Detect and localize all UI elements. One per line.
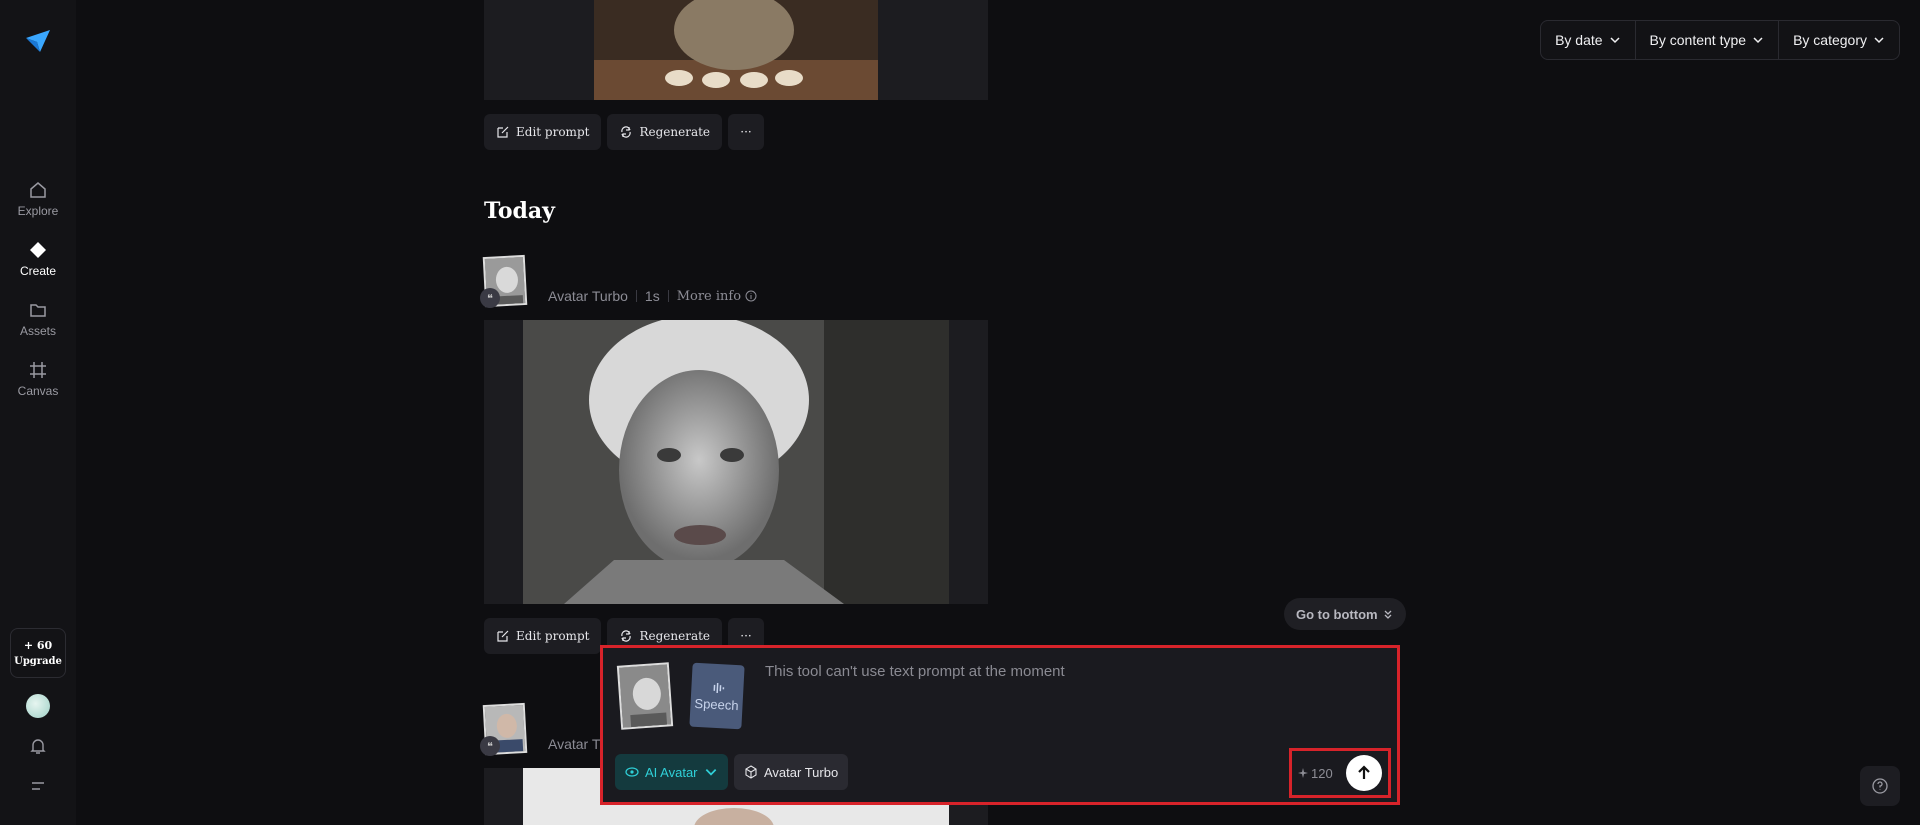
sidebar-item-explore[interactable]: Explore <box>0 180 76 218</box>
more-info-label: More info <box>676 288 742 304</box>
help-button[interactable] <box>1860 766 1900 806</box>
action-row-1: Edit prompt Regenerate ··· <box>484 114 765 150</box>
quote-icon: ❝ <box>480 288 500 308</box>
divider <box>635 290 637 302</box>
generate-controls: 120 <box>1289 748 1391 798</box>
filter-by-content-type-button[interactable]: By content type <box>1636 20 1780 60</box>
generated-image-portrait[interactable] <box>484 320 988 604</box>
app-logo-icon[interactable] <box>24 26 52 54</box>
portrait-image <box>523 320 949 604</box>
avatar-reference-thumbnail[interactable] <box>616 662 674 730</box>
eye-icon <box>625 767 639 777</box>
speech-label: Speech <box>694 695 739 713</box>
entry-meta: Avatar Turbo 1s More info <box>548 288 757 304</box>
sidebar: Explore Create Assets Canvas + 60 Upgrad… <box>0 0 76 825</box>
home-icon <box>30 182 46 198</box>
sidebar-item-label: Explore <box>17 204 59 218</box>
audio-wave-icon <box>713 682 725 693</box>
info-icon <box>745 290 757 302</box>
edit-icon <box>497 630 509 642</box>
quote-icon: ❝ <box>480 736 500 756</box>
section-title-today: Today <box>484 198 555 224</box>
generate-button[interactable] <box>1346 755 1382 791</box>
edit-prompt-label: Edit prompt <box>516 125 590 139</box>
prompt-input[interactable]: This tool can't use text prompt at the m… <box>765 663 1065 680</box>
filter-label: By content type <box>1649 32 1747 48</box>
menu-icon[interactable] <box>28 776 48 796</box>
arrow-up-icon <box>1358 765 1370 779</box>
cost-value: 120 <box>1311 765 1333 781</box>
more-options-button[interactable]: ··· <box>728 114 765 150</box>
edit-icon <box>497 126 509 138</box>
sidebar-item-label: Assets <box>19 324 56 338</box>
cat-image <box>594 0 878 100</box>
regenerate-label: Regenerate <box>639 629 711 643</box>
regenerate-label: Regenerate <box>639 125 711 139</box>
tool-label: AI Avatar <box>645 764 698 780</box>
bell-icon[interactable] <box>28 736 48 756</box>
sidebar-item-assets[interactable]: Assets <box>0 300 76 338</box>
chevron-down-icon <box>1874 37 1884 44</box>
model-label: Avatar Turbo <box>764 764 839 780</box>
filter-label: By category <box>1793 32 1867 48</box>
prompt-composer: Speech This tool can't use text prompt a… <box>600 645 1400 805</box>
model-selector-button[interactable]: Avatar Turbo <box>734 754 849 790</box>
diamond-icon <box>30 242 46 258</box>
portrait-thumbnail <box>618 664 674 730</box>
model-name: Avatar Turbo <box>548 288 628 304</box>
model-name: Avatar T <box>548 736 601 752</box>
generation-cost: 120 <box>1298 766 1333 781</box>
sidebar-item-label: Canvas <box>17 384 59 398</box>
canvas-icon <box>30 362 46 378</box>
filter-by-category-button[interactable]: By category <box>1779 20 1899 60</box>
entry-time: 1s <box>644 288 660 304</box>
folder-icon <box>30 304 46 317</box>
filter-by-date-button[interactable]: By date <box>1541 20 1636 60</box>
edit-prompt-label: Edit prompt <box>516 629 590 643</box>
avatar[interactable] <box>26 694 50 718</box>
tool-selector-button[interactable]: AI Avatar <box>615 754 728 790</box>
upgrade-button[interactable]: + 60 Upgrade <box>10 628 66 678</box>
chevron-down-icon <box>705 769 716 776</box>
divider <box>667 290 669 302</box>
speech-audio-card[interactable]: Speech <box>689 662 745 730</box>
sidebar-item-create[interactable]: Create <box>0 240 76 278</box>
go-to-bottom-button[interactable]: Go to bottom <box>1284 598 1406 630</box>
edit-prompt-button[interactable]: Edit prompt <box>484 618 602 654</box>
edit-prompt-button[interactable]: Edit prompt <box>484 114 602 150</box>
credits-count: + 60 <box>23 639 53 652</box>
go-to-bottom-label: Go to bottom <box>1296 606 1378 622</box>
sidebar-item-canvas[interactable]: Canvas <box>0 360 76 398</box>
double-chevron-down-icon <box>1384 610 1392 619</box>
more-icon: ··· <box>740 629 752 643</box>
upgrade-label: Upgrade <box>14 656 62 667</box>
sparkle-icon <box>1298 768 1308 778</box>
more-info-link[interactable]: More info <box>677 289 757 304</box>
filter-label: By date <box>1555 32 1603 48</box>
more-icon: ··· <box>740 125 752 139</box>
chevron-down-icon <box>1610 37 1620 44</box>
help-icon <box>1872 778 1888 794</box>
chevron-down-icon <box>1753 37 1763 44</box>
generated-image-cat[interactable] <box>484 0 988 100</box>
regenerate-button[interactable]: Regenerate <box>607 114 723 150</box>
cube-icon <box>745 765 757 779</box>
filter-bar: By date By content type By category <box>1540 20 1900 60</box>
refresh-icon <box>621 126 632 138</box>
sidebar-item-label: Create <box>19 264 57 278</box>
refresh-icon <box>621 630 632 642</box>
entry-meta: Avatar T <box>548 736 600 752</box>
